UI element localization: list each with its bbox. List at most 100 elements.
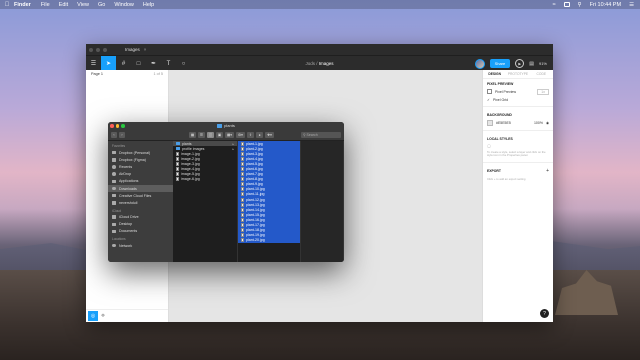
- local-styles-title: LOCAL STYLES: [487, 137, 513, 141]
- finder-sidebar: Favorites Dropbox (Personal) Dropbox (Fi…: [108, 141, 173, 262]
- dropbox-icon[interactable]: ❖▾: [265, 132, 274, 138]
- sidebar-item-dropbox-personal[interactable]: Dropbox (Personal): [108, 149, 173, 156]
- back-icon[interactable]: ‹: [111, 132, 117, 138]
- add-export-icon[interactable]: +: [546, 168, 549, 174]
- pixel-grid-check-icon[interactable]: ✓: [487, 98, 490, 102]
- sidebar-item-airdrop[interactable]: AirDrop: [108, 171, 173, 178]
- menu-edit[interactable]: Edit: [59, 2, 68, 8]
- search-placeholder: Search: [306, 133, 318, 137]
- export-title: EXPORT: [487, 168, 501, 173]
- background-hex[interactable]: #E5E5E5: [496, 121, 511, 125]
- pen-tool-icon[interactable]: ✒: [146, 56, 161, 71]
- airdrop-icon: [112, 172, 116, 176]
- close-tab-icon[interactable]: ×: [144, 47, 147, 52]
- share-icon[interactable]: ⇧: [247, 132, 254, 138]
- shape-tool-icon[interactable]: □: [131, 56, 146, 71]
- local-styles-icon-row: ◯: [483, 142, 553, 149]
- background-opacity[interactable]: 100%: [534, 121, 543, 125]
- text-tool-icon[interactable]: T: [161, 56, 176, 71]
- finder-column-3[interactable]: [301, 141, 344, 262]
- sidebar-item-documents[interactable]: Documents: [108, 228, 173, 235]
- list-item-label: plant-12.jpg: [246, 197, 265, 202]
- pixel-preview-select[interactable]: 1x: [537, 88, 549, 95]
- sidebar-item-recents[interactable]: Recents: [108, 163, 173, 170]
- breadcrumb-project[interactable]: Jods: [305, 61, 315, 66]
- file-tab[interactable]: Images ×: [125, 47, 146, 52]
- help-button[interactable]: ?: [540, 309, 549, 318]
- chevron-right-icon: ▸: [232, 141, 234, 146]
- sidebar-item-dropbox-figma[interactable]: Dropbox (Figma): [108, 156, 173, 163]
- sidebar-item-downloads[interactable]: Downloads: [108, 184, 173, 193]
- list-view-icon[interactable]: ☰: [198, 132, 205, 138]
- finder-titlebar: plants: [108, 122, 344, 130]
- search-icon[interactable]: ⚲: [578, 2, 582, 8]
- list-item-label: image-1.jpg: [181, 151, 200, 156]
- visibility-eye-icon[interactable]: ◉: [546, 121, 549, 125]
- tab-design[interactable]: DESIGN: [483, 72, 506, 76]
- wifi-icon[interactable]: ≈: [553, 2, 556, 8]
- search-field[interactable]: ⚲ Search: [301, 132, 341, 138]
- sidebar-item-label: AirDrop: [119, 172, 132, 177]
- menu-go[interactable]: Go: [98, 2, 105, 8]
- sidebar-item-applications[interactable]: Applications: [108, 178, 173, 185]
- finder-title-text: plants: [224, 123, 235, 128]
- layers-icon[interactable]: ◎: [88, 311, 98, 321]
- list-item[interactable]: plant-20.jpg: [238, 237, 300, 243]
- move-tool-icon[interactable]: ➤: [101, 56, 116, 71]
- tab-code[interactable]: CODE: [530, 72, 553, 76]
- menu-app-name[interactable]: Finder: [14, 2, 31, 8]
- sidebar-section-favorites: Favorites: [112, 144, 126, 148]
- image-file-icon: [241, 212, 244, 217]
- menu-help[interactable]: Help: [143, 2, 154, 8]
- finder-column-2: plant-1.jpg plant-2.jpg plant-3.jpg plan…: [238, 141, 301, 262]
- sidebar-item-icloud-drive[interactable]: iCloud Drive: [108, 214, 173, 221]
- frame-tool-icon[interactable]: #: [116, 56, 131, 71]
- list-item-label: plant-14.jpg: [246, 207, 265, 212]
- notification-icon[interactable]: ☰: [629, 2, 634, 8]
- forward-icon[interactable]: ›: [119, 132, 125, 138]
- avatar[interactable]: [474, 58, 485, 69]
- menu-file[interactable]: File: [41, 2, 50, 8]
- sidebar-item-label: iCloud Drive: [119, 215, 139, 220]
- sidebar-item-creative-cloud[interactable]: Creative Cloud Files: [108, 192, 173, 199]
- sidebar-item-label: Downloads: [119, 186, 137, 191]
- menu-clock[interactable]: Fri 10:44 PM: [590, 2, 621, 8]
- page-selector[interactable]: Page 1 1 of 5: [86, 70, 168, 78]
- menu-window[interactable]: Window: [114, 2, 134, 8]
- share-button[interactable]: Share: [489, 59, 511, 68]
- close-window-button[interactable]: [89, 47, 93, 52]
- list-item-label: plants: [182, 141, 192, 146]
- pixel-preview-checkbox[interactable]: [487, 89, 492, 94]
- column-view-icon[interactable]: ◫: [207, 132, 214, 138]
- finder-toolbar: ‹ › ▦ ☰ ◫ ▣ ▦▾ ⚙▾ ⇧ ● ❖▾ ⚲ Search: [108, 130, 344, 141]
- background-swatch[interactable]: [487, 119, 493, 126]
- comment-tool-icon[interactable]: ○: [176, 56, 191, 71]
- sidebar-item-desktop[interactable]: Desktop: [108, 221, 173, 228]
- gallery-view-icon[interactable]: ▣: [216, 132, 223, 138]
- zoom-window-button[interactable]: [103, 47, 107, 52]
- sidebar-item-home[interactable]: nevershdull: [108, 199, 173, 206]
- tab-prototype[interactable]: PROTOTYPE: [506, 72, 529, 76]
- minimize-window-button[interactable]: [96, 47, 100, 52]
- list-item-label: plant-3.jpg: [246, 151, 263, 156]
- components-icon[interactable]: ❖: [98, 311, 108, 321]
- finder-dialog: plants ‹ › ▦ ☰ ◫ ▣ ▦▾ ⚙▾ ⇧ ● ❖▾ ⚲ Search…: [108, 122, 344, 262]
- zoom-level[interactable]: 91%: [539, 61, 547, 66]
- group-icon[interactable]: ▦▾: [225, 132, 234, 138]
- sidebar-item-network[interactable]: Network: [108, 242, 173, 249]
- menu-icon[interactable]: ☰: [86, 56, 101, 71]
- tags-icon[interactable]: ●: [256, 132, 263, 138]
- library-icon[interactable]: ▤: [529, 61, 534, 67]
- breadcrumb-file[interactable]: Images: [319, 61, 334, 66]
- present-play-icon[interactable]: ▶: [515, 59, 525, 68]
- apple-menu-icon[interactable]: : [0, 2, 14, 8]
- chevron-right-icon: ▸: [232, 146, 234, 151]
- action-gear-icon[interactable]: ⚙▾: [236, 132, 245, 138]
- list-item[interactable]: image-6.jpg: [173, 177, 237, 182]
- document-icon: [112, 229, 116, 234]
- sidebar-item-label: Dropbox (Figma): [119, 157, 146, 162]
- pixel-preview-row: Pixel Preview 1x: [483, 87, 553, 96]
- icon-view-icon[interactable]: ▦: [189, 132, 196, 138]
- menu-view[interactable]: View: [77, 2, 89, 8]
- battery-icon[interactable]: [563, 2, 570, 7]
